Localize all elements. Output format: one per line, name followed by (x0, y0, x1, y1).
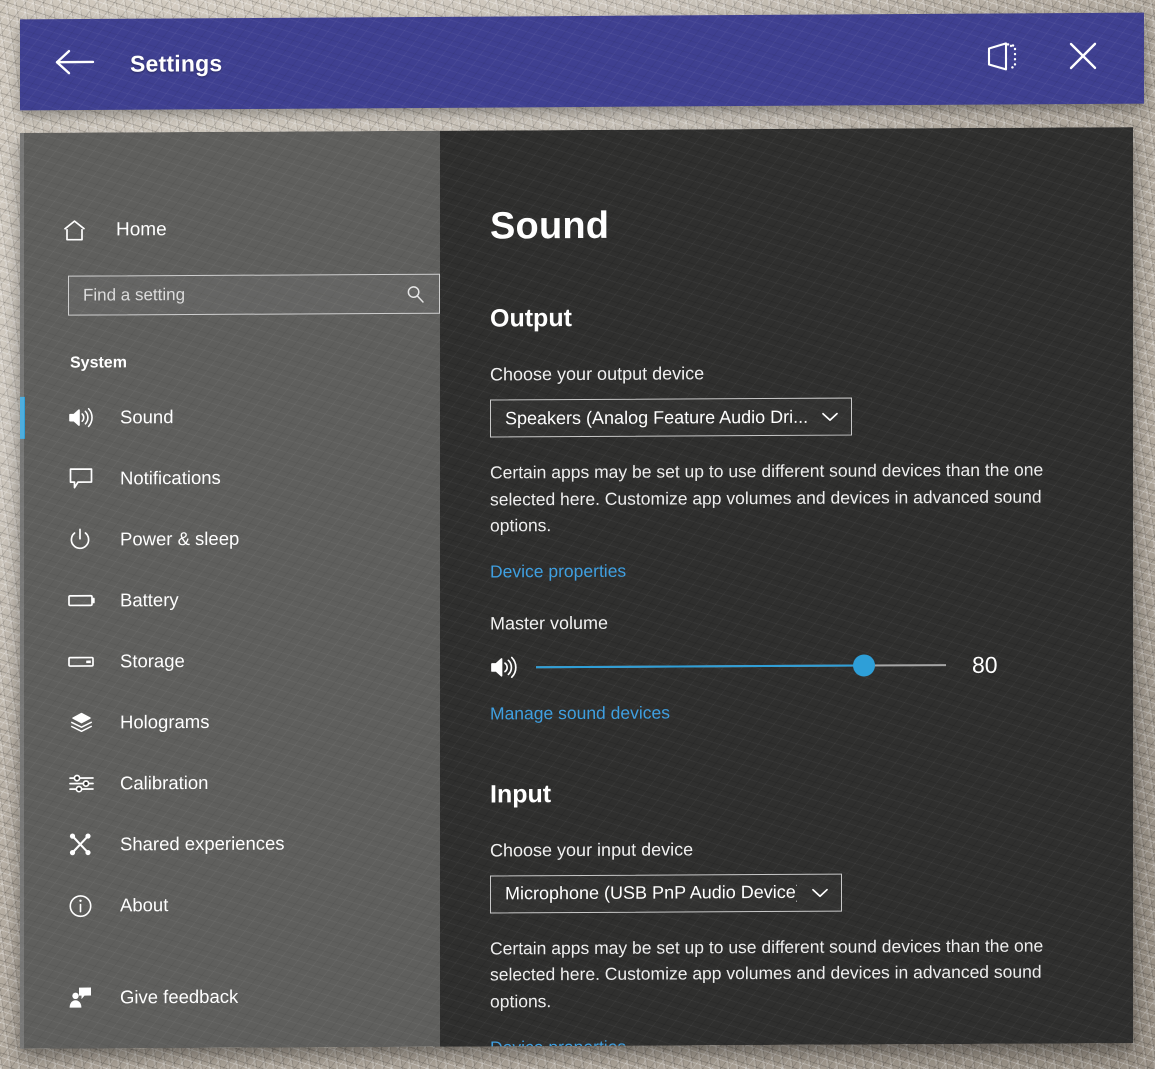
sidebar-item-notifications[interactable]: Notifications (20, 454, 440, 502)
sidebar-item-holograms[interactable]: Holograms (20, 698, 440, 746)
sidebar-item-label: Battery (120, 589, 179, 611)
input-device-label: Choose your input device (490, 837, 1133, 861)
back-button[interactable] (42, 32, 106, 96)
titlebar-spacer (222, 59, 972, 64)
master-volume-row: 80 (490, 651, 1133, 681)
chevron-down-icon (821, 411, 839, 423)
sidebar-item-sound[interactable]: Sound (20, 393, 440, 441)
settings-content-pane: Sound Output Choose your output device S… (440, 127, 1133, 1047)
app-titlebar: Settings (20, 13, 1144, 111)
sidebar-item-label: Storage (120, 650, 185, 672)
input-section-heading: Input (490, 777, 1133, 809)
page-title: Sound (490, 202, 1133, 248)
sidebar-item-power-sleep[interactable]: Power & sleep (20, 515, 440, 563)
close-button[interactable] (1052, 27, 1114, 89)
output-device-label: Choose your output device (490, 361, 1133, 385)
sidebar-item-label: Calibration (120, 772, 208, 794)
sidebar-scrollbar[interactable] (20, 133, 24, 1049)
speaker-icon (68, 407, 98, 429)
sidebar-item-shared-experiences[interactable]: Shared experiences (20, 820, 440, 868)
input-device-value: Microphone (USB PnP Audio Device) (505, 882, 797, 905)
storage-drive-icon (68, 654, 98, 670)
home-icon (62, 219, 90, 243)
close-icon (1065, 38, 1101, 79)
sidebar-item-about[interactable]: About (20, 881, 440, 929)
sidebar-item-label: Holograms (120, 711, 209, 733)
search-input[interactable] (69, 284, 400, 306)
input-device-dropdown[interactable]: Microphone (USB PnP Audio Device) (490, 873, 842, 913)
sidebar-item-label: About (120, 894, 168, 916)
back-arrow-icon (53, 47, 95, 82)
settings-sidebar: Home System Sou (20, 131, 440, 1049)
master-volume-label: Master volume (490, 610, 1133, 634)
follow-me-button[interactable] (972, 28, 1034, 90)
sidebar-group-title: System (70, 353, 440, 373)
chevron-down-icon (811, 886, 829, 898)
output-device-dropdown[interactable]: Speakers (Analog Feature Audio Dri... (490, 398, 852, 438)
follow-me-window-icon (984, 39, 1022, 78)
sliders-icon (68, 773, 98, 795)
manage-sound-devices-link[interactable]: Manage sound devices (490, 702, 670, 724)
master-volume-slider[interactable] (536, 654, 946, 678)
settings-window: Home System Sou (20, 127, 1133, 1049)
slider-fill (536, 665, 864, 669)
sidebar-item-storage[interactable]: Storage (20, 637, 440, 685)
output-device-value: Speakers (Analog Feature Audio Dri... (505, 406, 807, 429)
slider-thumb[interactable] (853, 655, 875, 677)
search-icon[interactable] (400, 284, 439, 303)
sidebar-item-label: Shared experiences (120, 833, 285, 856)
sidebar-item-label: Notifications (120, 467, 221, 490)
feedback-person-icon (68, 986, 98, 1010)
power-icon (68, 528, 98, 552)
sidebar-item-give-feedback[interactable]: Give feedback (20, 973, 440, 1021)
sidebar-nav-list: Sound Notifications Power & sleep (20, 393, 440, 1021)
master-volume-value: 80 (972, 652, 998, 679)
speaker-icon[interactable] (490, 656, 524, 680)
sidebar-item-label: Sound (120, 406, 174, 428)
sidebar-item-calibration[interactable]: Calibration (20, 759, 440, 807)
sidebar-item-battery[interactable]: Battery (20, 576, 440, 624)
output-device-properties-link[interactable]: Device properties (490, 561, 626, 583)
output-description: Certain apps may be set up to use differ… (490, 456, 1066, 539)
notification-balloon-icon (68, 467, 98, 491)
info-circle-icon (68, 893, 98, 918)
battery-icon (68, 593, 98, 609)
sidebar-item-label: Power & sleep (120, 528, 239, 551)
home-label: Home (116, 219, 167, 241)
app-title: Settings (130, 50, 222, 78)
input-device-properties-link[interactable]: Device properties (490, 1036, 626, 1046)
search-box[interactable] (68, 274, 440, 316)
sidebar-item-home[interactable]: Home (20, 206, 440, 254)
shared-experiences-icon (68, 833, 98, 857)
holograms-icon (68, 711, 98, 735)
sidebar-item-label: Give feedback (120, 986, 238, 1009)
output-section-heading: Output (490, 301, 1133, 333)
input-description: Certain apps may be set up to use differ… (490, 932, 1066, 1015)
